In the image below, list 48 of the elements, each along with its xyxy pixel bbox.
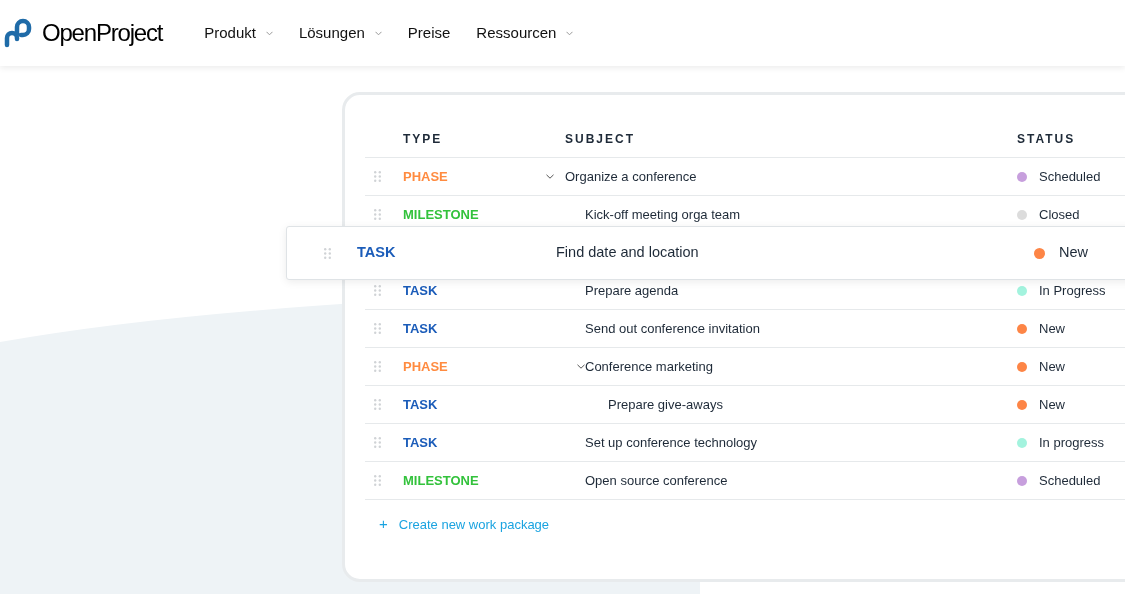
- drag-handle-icon[interactable]: [374, 209, 381, 220]
- column-header: TYPE: [403, 132, 443, 146]
- type-label: TASK: [403, 320, 438, 336]
- subject-text[interactable]: Organize a conference: [565, 166, 697, 187]
- logo-link[interactable]: OpenProject: [4, 18, 163, 48]
- status-text: Closed: [1039, 205, 1080, 224]
- type-label: PHASE: [403, 168, 448, 184]
- subject-text[interactable]: Find date and location: [556, 244, 699, 261]
- type-label: TASK: [403, 434, 438, 450]
- status-text: New: [1039, 357, 1065, 376]
- chevron-down-icon[interactable]: [577, 364, 585, 369]
- logo-text: OpenProject: [42, 18, 163, 48]
- drag-handle-icon[interactable]: [374, 361, 381, 372]
- type-label: TASK: [357, 244, 396, 261]
- drag-handle-icon[interactable]: [374, 171, 381, 182]
- status-text: New: [1039, 319, 1065, 338]
- type-label: TASK: [403, 396, 438, 412]
- column-header: STATUS: [1017, 132, 1076, 146]
- subject-text[interactable]: Kick-off meeting orga team: [585, 204, 741, 225]
- column-header: SUBJECT: [565, 132, 635, 146]
- status-text: In progress: [1039, 433, 1105, 452]
- nav-link[interactable]: Ressourcen: [476, 21, 574, 45]
- subject-text[interactable]: Set up conference technology: [585, 432, 757, 453]
- drag-handle-icon[interactable]: [374, 437, 381, 448]
- drag-handle-icon[interactable]: [374, 323, 381, 334]
- status-text: New: [1059, 243, 1088, 263]
- subject-text[interactable]: Conference marketing: [585, 356, 713, 377]
- subject-text[interactable]: Open source conference: [585, 470, 728, 491]
- status-text: In Progress: [1039, 281, 1106, 300]
- status-text: Scheduled: [1039, 167, 1101, 186]
- plus-icon: +: [379, 513, 388, 536]
- status-text: New: [1039, 395, 1065, 414]
- type-label: MILESTONE: [403, 206, 479, 222]
- drag-handle-icon[interactable]: [374, 475, 381, 486]
- type-label: TASK: [403, 282, 438, 298]
- drag-handle-icon[interactable]: [374, 399, 381, 410]
- nav-link[interactable]: Preise: [407, 21, 451, 45]
- status-text: Scheduled: [1039, 471, 1101, 490]
- drag-handle-icon[interactable]: [374, 285, 381, 296]
- chevron-down-icon[interactable]: [546, 174, 554, 179]
- type-label: MILESTONE: [403, 472, 479, 488]
- subject-text[interactable]: Prepare give-aways: [608, 394, 723, 415]
- subject-text[interactable]: Send out conference invitation: [585, 318, 760, 339]
- nav-link[interactable]: Lösungen: [298, 21, 382, 45]
- nav-link[interactable]: Produkt: [204, 21, 273, 45]
- drag-handle-icon[interactable]: [324, 247, 331, 259]
- subject-text[interactable]: Prepare agenda: [585, 280, 679, 301]
- type-label: PHASE: [403, 358, 448, 374]
